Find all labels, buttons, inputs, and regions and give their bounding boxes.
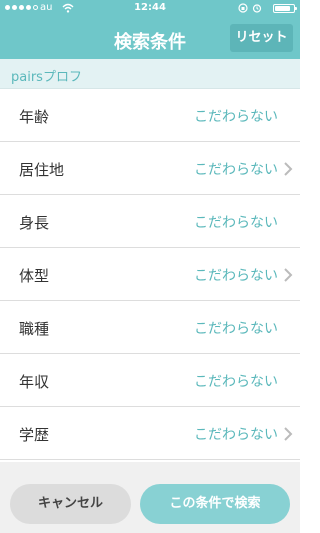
criteria-label: 学歴 bbox=[19, 426, 50, 444]
criteria-row-residence[interactable]: 居住地 こだわらない bbox=[0, 142, 300, 195]
chevron-right-icon bbox=[284, 268, 293, 282]
criteria-row-age[interactable]: 年齢 こだわらない bbox=[0, 89, 300, 142]
criteria-value: こだわらない bbox=[194, 215, 278, 231]
criteria-value: こだわらない bbox=[194, 321, 278, 337]
reset-button[interactable]: リセット bbox=[230, 24, 293, 52]
criteria-value: こだわらない bbox=[194, 162, 278, 178]
criteria-label: 職種 bbox=[19, 320, 50, 338]
criteria-label: 身長 bbox=[19, 214, 50, 232]
bottom-bar: キャンセル この条件で検索 bbox=[0, 462, 300, 533]
section-title: pairsプロフ bbox=[11, 70, 82, 85]
criteria-value: こだわらない bbox=[194, 109, 278, 125]
criteria-list: 年齢 こだわらない 居住地 こだわらない 身長 こだわらない 体型 こだわらない… bbox=[0, 89, 300, 460]
criteria-row-income[interactable]: 年収 こだわらない bbox=[0, 354, 300, 407]
criteria-label: 体型 bbox=[19, 267, 50, 285]
criteria-value: こだわらない bbox=[194, 268, 278, 284]
criteria-row-education[interactable]: 学歴 こだわらない bbox=[0, 407, 300, 460]
chevron-right-icon bbox=[284, 162, 293, 176]
criteria-label: 年収 bbox=[19, 373, 50, 391]
criteria-value: こだわらない bbox=[194, 374, 278, 390]
search-button[interactable]: この条件で検索 bbox=[140, 484, 290, 524]
section-header: pairsプロフ bbox=[0, 59, 300, 89]
criteria-value: こだわらない bbox=[194, 427, 278, 443]
header: au 12:44 検索条件 リセット bbox=[0, 0, 300, 59]
criteria-row-body-type[interactable]: 体型 こだわらない bbox=[0, 248, 300, 301]
cancel-button[interactable]: キャンセル bbox=[10, 484, 131, 524]
criteria-label: 居住地 bbox=[19, 161, 65, 179]
status-bar: au 12:44 bbox=[0, 0, 300, 18]
rotation-lock-icon bbox=[238, 3, 248, 13]
battery-icon bbox=[273, 4, 297, 13]
battery-level bbox=[275, 6, 290, 11]
criteria-label: 年齢 bbox=[19, 108, 50, 126]
alarm-icon bbox=[252, 4, 262, 13]
criteria-row-height[interactable]: 身長 こだわらない bbox=[0, 195, 300, 248]
chevron-right-icon bbox=[284, 427, 293, 441]
criteria-row-occupation[interactable]: 職種 こだわらない bbox=[0, 301, 300, 354]
